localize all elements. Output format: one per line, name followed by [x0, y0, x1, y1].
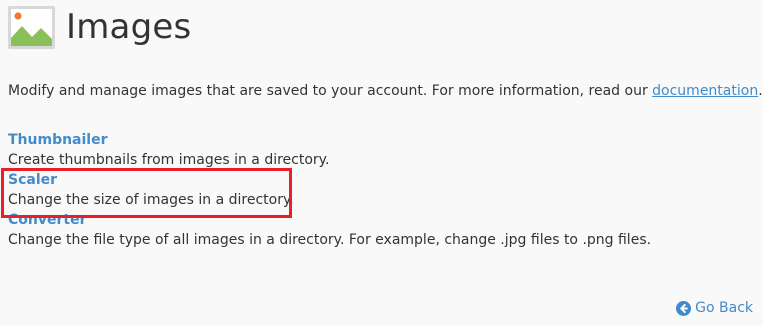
feature-item-thumbnailer: Thumbnailer Create thumbnails from image… [8, 130, 651, 170]
intro-text: Modify and manage images that are saved … [8, 81, 763, 101]
documentation-link[interactable]: documentation [652, 83, 758, 99]
page-title: Images [66, 7, 192, 47]
scaler-link[interactable]: Scaler [8, 170, 651, 190]
feature-list: Thumbnailer Create thumbnails from image… [8, 130, 651, 250]
converter-description: Change the file type of all images in a … [8, 232, 652, 248]
feature-item-scaler: Scaler Change the size of images in a di… [8, 170, 651, 210]
thumbnailer-description: Create thumbnails from images in a direc… [8, 152, 330, 168]
page-header: Images [8, 4, 191, 50]
feature-item-converter: Converter Change the file type of all im… [8, 210, 651, 250]
converter-link[interactable]: Converter [8, 210, 651, 230]
intro-trailing: . [758, 83, 763, 99]
go-back-link[interactable]: Go Back [676, 298, 753, 318]
go-back-label: Go Back [695, 300, 753, 316]
arrow-left-circle-icon [676, 300, 692, 316]
intro-sentence: Modify and manage images that are saved … [8, 83, 653, 99]
thumbnailer-link[interactable]: Thumbnailer [8, 130, 651, 150]
scaler-description: Change the size of images in a directory… [8, 192, 294, 208]
images-icon [8, 5, 55, 49]
